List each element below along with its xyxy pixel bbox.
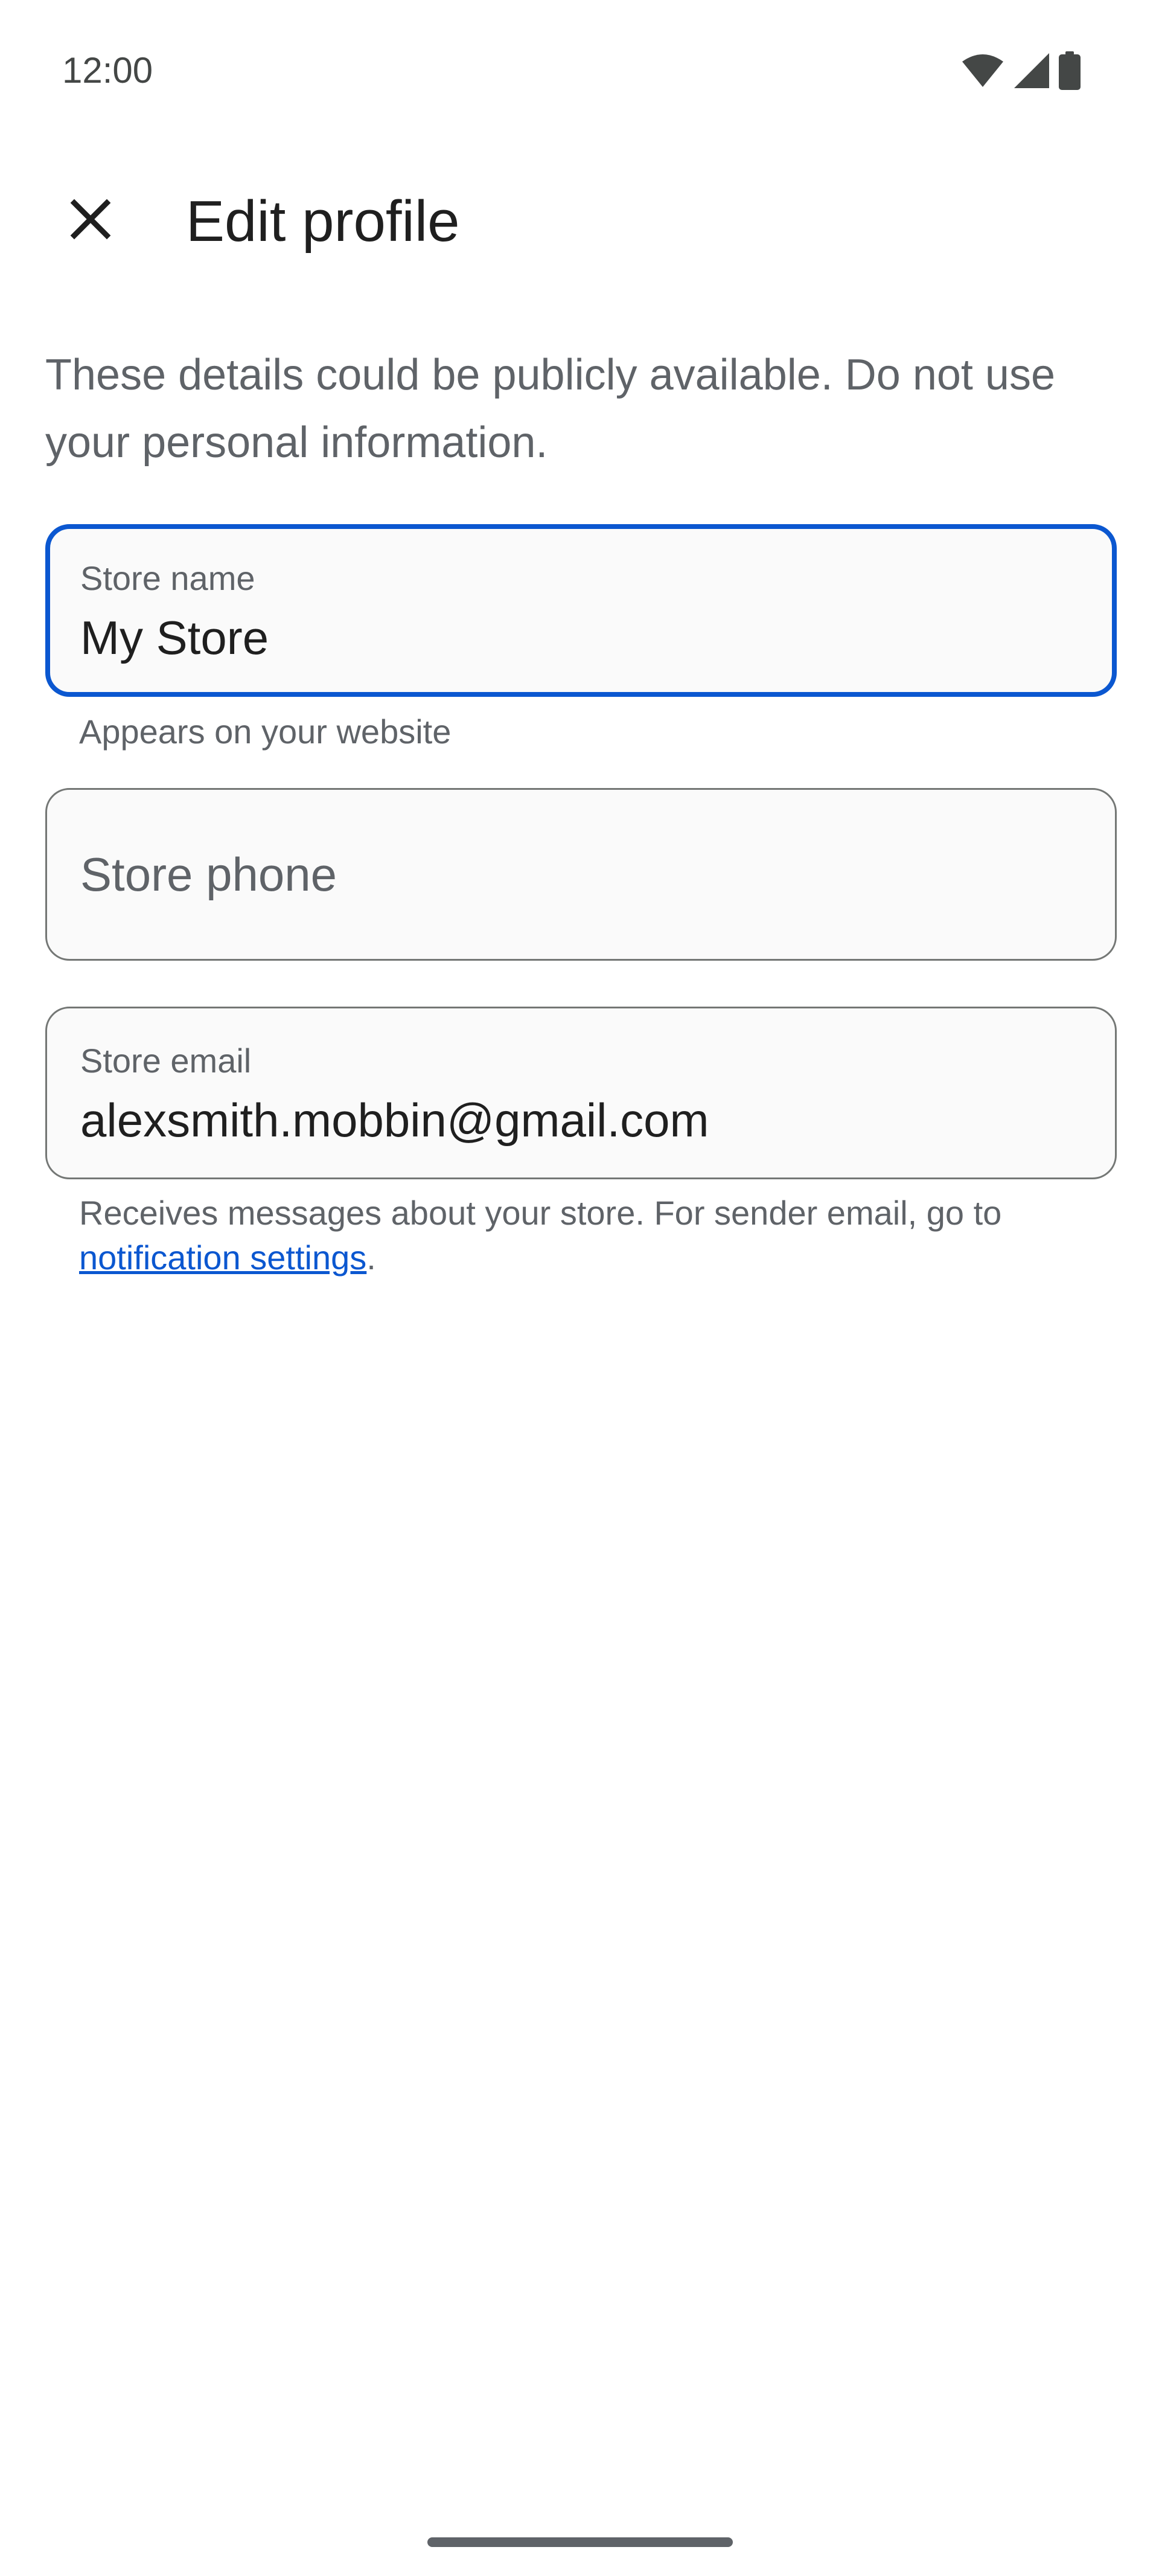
store-email-helper-text: Receives messages about your store. For … — [79, 1194, 1002, 1232]
page-title: Edit profile — [186, 189, 460, 254]
signal-icon — [1013, 52, 1050, 89]
app-bar: Edit profile — [0, 175, 1159, 266]
store-name-field[interactable]: Store name My Store — [45, 524, 1117, 697]
privacy-notice: These details could be publicly availabl… — [45, 351, 1056, 467]
store-phone-placeholder[interactable]: Store phone — [80, 847, 337, 902]
close-icon — [69, 198, 112, 243]
store-email-field[interactable]: Store email alexsmith.mobbin@gmail.com — [45, 1007, 1117, 1179]
battery-icon — [1059, 51, 1081, 90]
helper-period: . — [366, 1238, 376, 1277]
status-bar: 12:00 — [0, 0, 1159, 139]
store-name-label: Store name — [80, 559, 255, 597]
notification-settings-link[interactable]: notification settings — [79, 1238, 366, 1277]
status-icons — [961, 50, 1081, 92]
wifi-icon — [961, 53, 1004, 88]
home-indicator[interactable] — [427, 2537, 733, 2547]
status-time: 12:00 — [62, 50, 153, 91]
close-button[interactable] — [54, 184, 127, 257]
store-phone-field[interactable]: Store phone — [45, 788, 1117, 961]
store-name-helper: Appears on your website — [79, 713, 452, 751]
store-name-input[interactable]: My Store — [80, 610, 1070, 665]
store-email-helper: Receives messages about your store. For … — [79, 1191, 1105, 1280]
store-email-input[interactable]: alexsmith.mobbin@gmail.com — [80, 1093, 1070, 1147]
store-email-label: Store email — [80, 1042, 252, 1080]
